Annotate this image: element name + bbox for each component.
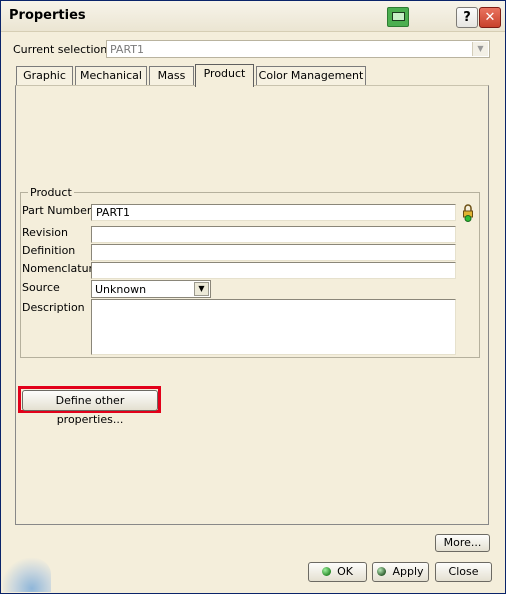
source-label: Source: [22, 281, 60, 294]
help-button[interactable]: ?: [456, 7, 478, 28]
catia-icon[interactable]: [387, 7, 409, 27]
more-button[interactable]: More...: [435, 534, 490, 552]
chevron-down-icon[interactable]: ▼: [472, 42, 488, 56]
definition-label: Definition: [22, 244, 76, 257]
ok-icon: [322, 567, 332, 576]
define-other-properties-button[interactable]: Define other properties...: [22, 390, 158, 426]
globe-logo: [3, 556, 51, 592]
definition-field[interactable]: [91, 244, 456, 261]
tab-color-management[interactable]: Color Management: [256, 66, 366, 85]
description-field[interactable]: [91, 299, 456, 355]
title-bar[interactable]: Properties ? ✕: [1, 1, 505, 32]
current-selection-label: Current selection :: [13, 43, 115, 56]
revision-label: Revision: [22, 226, 68, 239]
ok-button[interactable]: OK: [308, 562, 367, 582]
description-label: Description: [22, 301, 85, 314]
nomenclature-field[interactable]: [91, 262, 456, 279]
revision-field[interactable]: [91, 226, 456, 243]
close-window-button[interactable]: ✕: [479, 7, 501, 28]
close-button[interactable]: Close: [435, 562, 492, 582]
tab-product[interactable]: Product: [195, 64, 254, 87]
lock-icon[interactable]: [462, 204, 474, 222]
tab-graphic[interactable]: Graphic: [16, 66, 73, 85]
tab-mechanical[interactable]: Mechanical: [75, 66, 147, 85]
tab-mass[interactable]: Mass: [149, 66, 194, 85]
product-group-title: Product: [28, 186, 74, 199]
nomenclature-label: Nomenclature: [22, 262, 100, 275]
apply-button[interactable]: Apply: [372, 562, 429, 582]
apply-icon: [377, 567, 387, 576]
source-value: Unknown: [95, 283, 147, 296]
current-selection-value: PART1: [110, 43, 145, 56]
part-number-field[interactable]: PART1: [91, 204, 456, 221]
source-select[interactable]: Unknown ▼: [91, 280, 211, 298]
part-number-value: PART1: [96, 206, 131, 219]
dialog-title: Properties: [9, 8, 86, 23]
current-selection-combo[interactable]: PART1 ▼: [106, 40, 490, 58]
chevron-down-icon[interactable]: ▼: [194, 282, 209, 296]
part-number-label: Part Number: [22, 204, 92, 217]
